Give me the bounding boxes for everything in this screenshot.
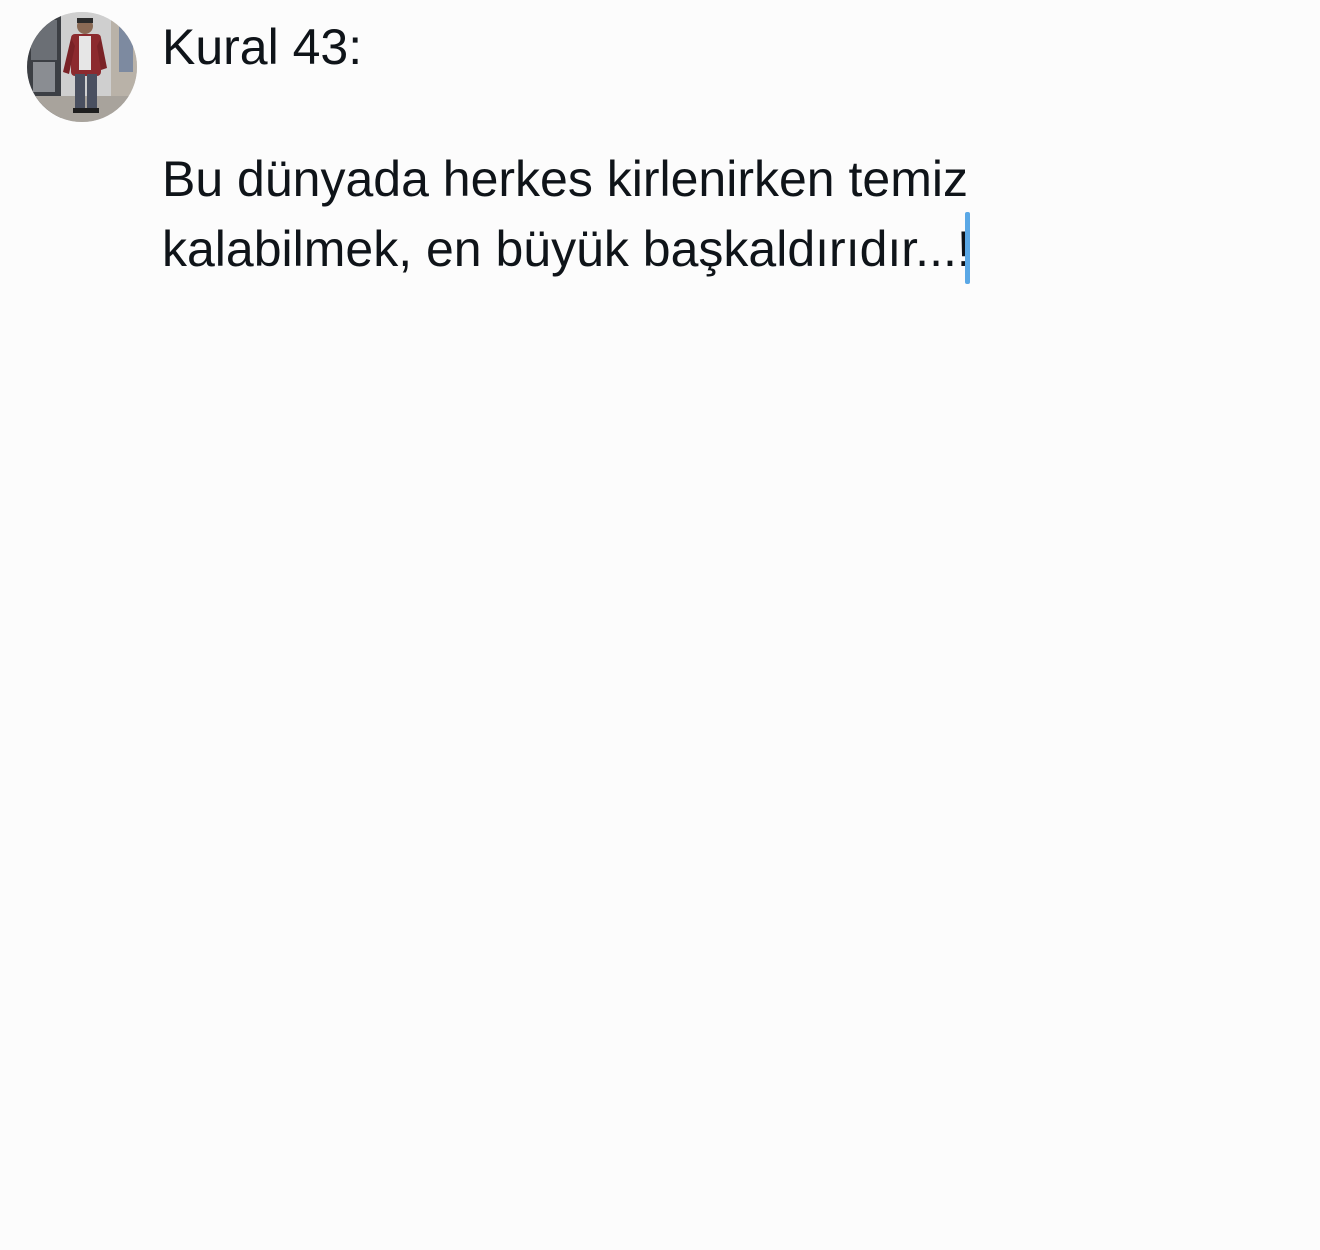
- tweet-text-line-title: Kural 43:: [162, 19, 363, 75]
- avatar-photo-icon: [27, 12, 137, 122]
- tweet-text-line-blank: [162, 80, 1162, 146]
- tweet-text-editor[interactable]: Kural 43: Bu dünyada herkes kirlenirken …: [162, 14, 1162, 284]
- tweet-text-line-body-2: kalabilmek, en büyük başkaldırıdır...!: [162, 221, 971, 277]
- tweet-text-line-body-2-wrap: kalabilmek, en büyük başkaldırıdır...!: [162, 212, 1162, 284]
- tweet-compose-area: Kural 43: Bu dünyada herkes kirlenirken …: [0, 0, 1320, 1250]
- tweet-text-line-body-1: Bu dünyada herkes kirlenirken temiz: [162, 151, 968, 207]
- user-avatar[interactable]: [27, 12, 137, 122]
- text-caret: [964, 212, 970, 284]
